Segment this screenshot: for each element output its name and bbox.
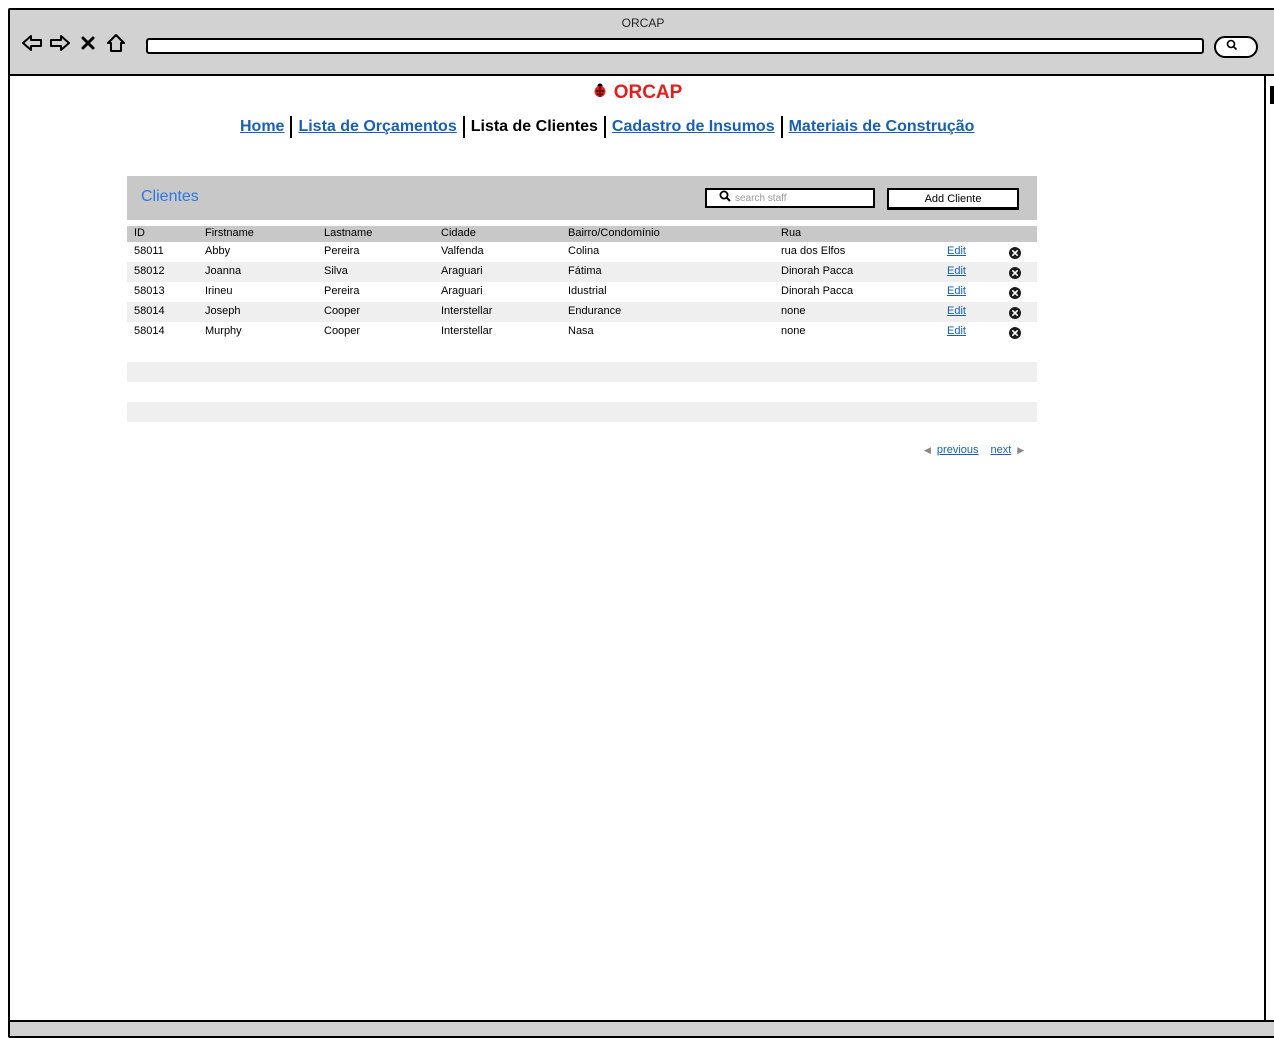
status-bar <box>10 1020 1274 1036</box>
home-icon[interactable] <box>104 31 128 55</box>
nav-link-materiais-construcao[interactable]: Materiais de Construção <box>789 118 975 136</box>
table-cell: Cooper <box>324 325 361 337</box>
empty-row <box>127 402 1037 422</box>
nav-link-lista-orcamentos[interactable]: Lista de Orçamentos <box>298 118 456 136</box>
previous-page-link[interactable]: previous <box>937 444 979 456</box>
nav-link-home[interactable]: Home <box>240 118 284 136</box>
column-header: Bairro/Condomínio <box>568 227 660 239</box>
table-row: 58012 Joanna Silva Araguari Fátima Dinorah Pa… <box>127 262 1037 282</box>
table-cell: Interstellar <box>441 325 493 337</box>
table-cell: Valfenda <box>441 245 484 257</box>
close-icon[interactable] <box>76 31 100 55</box>
search-staff-field[interactable] <box>705 188 875 208</box>
forward-arrow-icon[interactable] <box>48 31 72 55</box>
browser-window: ORCAP <box>8 8 1274 1038</box>
empty-row <box>127 342 1037 362</box>
browser-nav-buttons <box>20 30 128 56</box>
table-cell: Abby <box>205 245 231 257</box>
panel-title: Clientes <box>141 188 199 205</box>
table-cell: Murphy <box>205 325 242 337</box>
table-cell: Colina <box>568 245 600 257</box>
table-cell: Dinorah Pacca <box>781 285 854 297</box>
table-cell: Silva <box>324 265 348 277</box>
table-header-row: ID Firstname Lastname Cidade Bairro/Cond… <box>127 226 1037 242</box>
search-icon <box>719 189 731 207</box>
back-arrow-icon[interactable] <box>20 31 44 55</box>
address-bar[interactable] <box>146 38 1204 54</box>
table-cell: Araguari <box>441 265 483 277</box>
pagination: ◀ previous next ▶ <box>924 444 1024 456</box>
table-row: 58013 Irineu Pereira Araguari Idustrial Dinor… <box>127 282 1037 302</box>
caret-left-icon: ◀ <box>924 444 931 455</box>
clientes-panel-header: Clientes Add Cliente <box>127 176 1037 220</box>
table-cell: 58012 <box>134 265 165 277</box>
table-cell: Araguari <box>441 285 483 297</box>
table-cell: 58013 <box>134 285 165 297</box>
nav-separator <box>290 116 293 138</box>
table-cell: rua dos Elfos <box>781 245 846 257</box>
nav-current-lista-clientes: Lista de Clientes <box>470 118 598 135</box>
table-cell: 58014 <box>134 305 165 317</box>
table-cell: Irineu <box>205 285 233 297</box>
ladybug-icon <box>592 82 608 104</box>
delete-circle-icon[interactable] <box>1009 247 1021 259</box>
edit-link[interactable]: Edit <box>947 265 966 277</box>
column-header: Firstname <box>205 227 254 239</box>
table-cell: Nasa <box>568 325 594 337</box>
table-cell: 58011 <box>134 245 164 257</box>
site-logo[interactable]: ORCAP <box>0 82 1274 104</box>
clientes-table: ID Firstname Lastname Cidade Bairro/Cond… <box>127 226 1037 422</box>
delete-circle-icon[interactable] <box>1009 327 1021 339</box>
logo-text: ORCAP <box>613 82 683 103</box>
empty-row <box>127 382 1037 402</box>
next-page-link[interactable]: next <box>991 444 1012 456</box>
edit-link[interactable]: Edit <box>947 285 966 297</box>
table-cell: Joseph <box>205 305 241 317</box>
column-header: Cidade <box>441 227 476 239</box>
browser-titlebar: ORCAP <box>10 10 1274 76</box>
table-cell: Endurance <box>568 305 622 317</box>
window-title: ORCAP <box>621 16 665 30</box>
column-header: ID <box>134 227 145 239</box>
table-row: 58011 Abby Pereira Valfenda Colina rua dos El… <box>127 242 1037 262</box>
table-cell: none <box>781 305 806 317</box>
nav-separator <box>462 116 465 138</box>
delete-circle-icon[interactable] <box>1009 267 1021 279</box>
column-header: Lastname <box>324 227 373 239</box>
table-row: 58014 Murphy Cooper Interstellar Nasa none Edi… <box>127 322 1037 342</box>
column-header: Rua <box>781 227 802 239</box>
edit-link[interactable]: Edit <box>947 305 966 317</box>
table-row: 58014 Joseph Cooper Interstellar Endurance no… <box>127 302 1037 322</box>
delete-circle-icon[interactable] <box>1009 287 1021 299</box>
vertical-scrollbar[interactable] <box>1264 76 1274 1022</box>
table-cell: Cooper <box>324 305 361 317</box>
table-cell: Idustrial <box>568 285 607 297</box>
search-icon <box>1226 38 1238 56</box>
table-cell: Joanna <box>205 265 242 277</box>
table-cell: Interstellar <box>441 305 493 317</box>
table-cell: Fátima <box>568 265 602 277</box>
table-cell: Pereira <box>324 285 360 297</box>
caret-right-icon: ▶ <box>1017 444 1025 455</box>
nav-separator <box>780 116 783 138</box>
nav-link-cadastro-insumos[interactable]: Cadastro de Insumos <box>612 118 775 136</box>
table-cell: Pereira <box>324 245 360 257</box>
add-cliente-button[interactable]: Add Cliente <box>887 188 1019 210</box>
table-cell: none <box>781 325 806 337</box>
delete-circle-icon[interactable] <box>1009 307 1021 319</box>
edit-link[interactable]: Edit <box>947 325 966 337</box>
main-nav: Home Lista de Orçamentos Lista de Client… <box>240 116 974 138</box>
table-cell: Dinorah Pacca <box>781 265 854 277</box>
nav-separator <box>603 116 606 138</box>
browser-search-button[interactable] <box>1214 36 1258 58</box>
edit-link[interactable]: Edit <box>947 245 966 257</box>
table-cell: 58014 <box>134 325 165 337</box>
empty-row <box>127 362 1037 382</box>
search-staff-input[interactable] <box>735 192 865 204</box>
